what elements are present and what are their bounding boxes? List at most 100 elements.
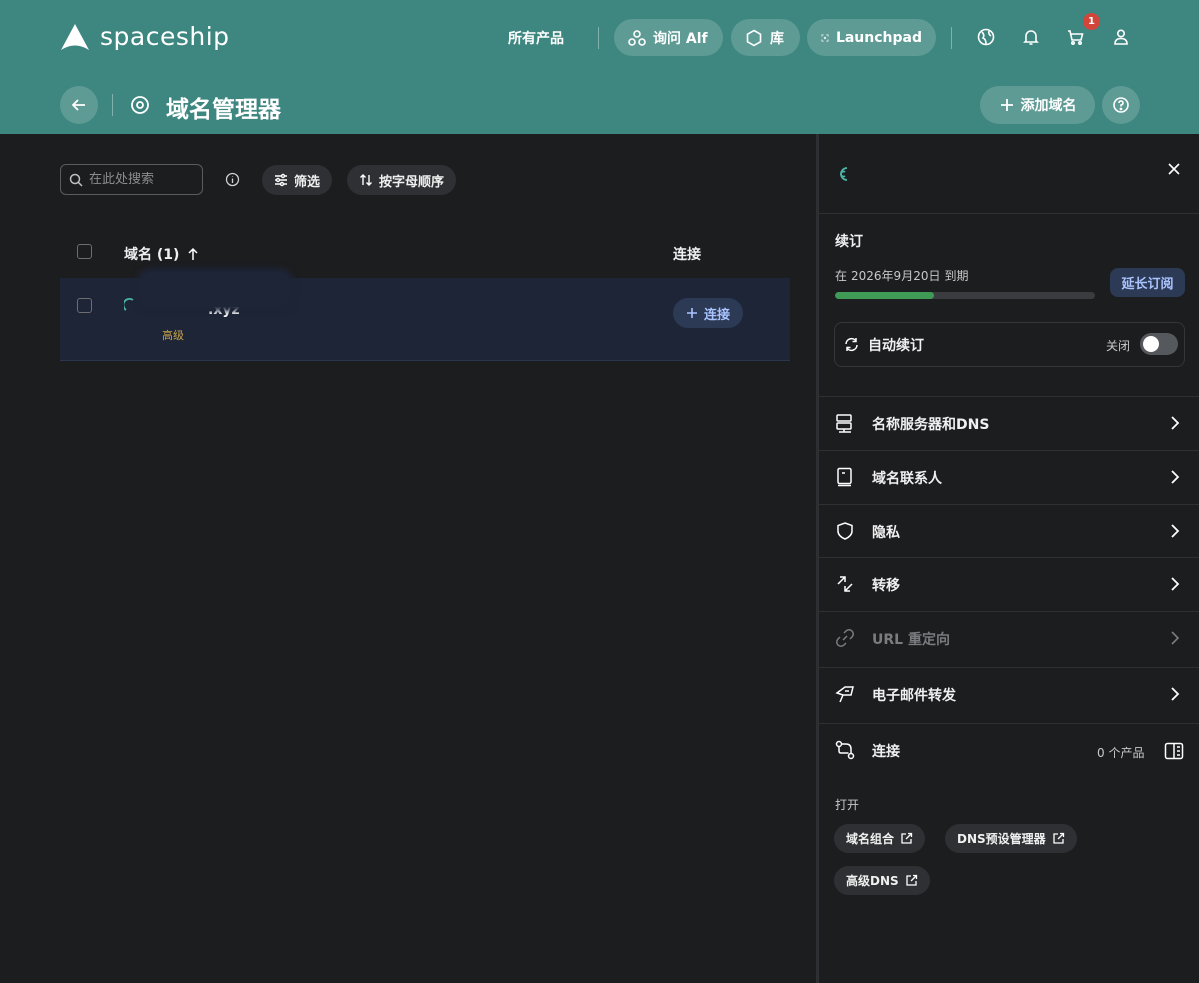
domain-column-header[interactable]: 域名 (1) <box>124 244 199 264</box>
connect-button-label: 连接 <box>703 307 730 323</box>
plus-icon <box>686 308 697 318</box>
menu-label: 转移 <box>872 578 900 594</box>
sliders-icon <box>275 173 287 187</box>
renewal-title: 续订 <box>835 234 863 250</box>
expiry-prefix: 在 <box>835 269 848 283</box>
toggle-knob <box>1143 336 1159 352</box>
auto-renew-label: 自动续订 <box>868 338 924 354</box>
loading-spinner-icon <box>840 167 848 181</box>
chevron-right-icon <box>1171 577 1180 591</box>
menu-label: URL 重定向 <box>872 632 950 648</box>
menu-label: 隐私 <box>872 525 900 541</box>
user-icon[interactable] <box>1111 27 1131 47</box>
spaceship-logo-icon <box>61 23 89 50</box>
link-label: DNS预设管理器 <box>957 832 1046 846</box>
close-icon[interactable] <box>1166 161 1182 177</box>
domain-column-label: 域名 (1) <box>124 247 180 263</box>
sort-arrows-icon <box>360 174 372 186</box>
add-domain-button[interactable]: 添加域名 <box>980 86 1095 124</box>
contact-book-icon <box>837 467 852 487</box>
ask-alf-label: 询问 Alf <box>653 30 708 47</box>
expiry-date: 2026年9月20日 <box>851 269 941 283</box>
plus-icon <box>1000 99 1013 111</box>
menu-item-email-forwarding[interactable]: 电子邮件转发 <box>819 668 1199 721</box>
launchpad-icon <box>821 34 829 41</box>
connect-button[interactable]: 连接 <box>673 298 743 328</box>
ask-alf-button[interactable]: 询问 Alf <box>614 19 723 56</box>
library-label: 库 <box>770 30 784 47</box>
external-link-icon <box>906 874 917 886</box>
add-domain-label: 添加域名 <box>1020 98 1077 114</box>
refresh-icon <box>845 337 858 352</box>
menu-label: 电子邮件转发 <box>872 688 956 704</box>
filter-button[interactable]: 筛选 <box>262 165 333 195</box>
link-label: 域名组合 <box>846 832 895 846</box>
expiry-text: 在 2026年9月20日 到期 <box>835 267 968 284</box>
link-icon <box>836 629 854 647</box>
search-input[interactable] <box>89 172 189 187</box>
select-all-checkbox[interactable] <box>77 244 92 259</box>
dns-preset-manager-link[interactable]: DNS预设管理器 <box>945 824 1077 853</box>
menu-item-privacy[interactable]: 隐私 <box>819 505 1199 558</box>
menu-item-domain-contacts[interactable]: 域名联系人 <box>819 451 1199 504</box>
server-icon <box>836 414 852 433</box>
domain-portfolio-link[interactable]: 域名组合 <box>834 824 926 853</box>
bell-icon[interactable] <box>1021 27 1041 47</box>
spaceship-logo[interactable]: spaceship <box>60 22 230 51</box>
arrow-left-icon <box>71 99 85 111</box>
title-divider <box>112 94 113 116</box>
connection-icon <box>835 740 855 760</box>
advanced-dns-link[interactable]: 高级DNS <box>834 866 930 895</box>
email-forward-icon <box>835 686 854 703</box>
redacted-domain-mask <box>140 272 290 307</box>
chevron-right-icon <box>1171 470 1180 484</box>
header-divider <box>598 27 599 49</box>
menu-label: 连接 <box>872 744 900 760</box>
connect-column-header: 连接 <box>673 247 701 263</box>
row-checkbox[interactable] <box>77 298 92 313</box>
external-link-icon <box>901 832 913 844</box>
open-title: 打开 <box>835 798 860 812</box>
chevron-right-icon <box>1171 631 1180 645</box>
info-icon[interactable] <box>225 172 240 187</box>
cart-icon[interactable] <box>1066 27 1086 47</box>
menu-item-url-redirect[interactable]: URL 重定向 <box>819 612 1199 665</box>
transfer-icon <box>837 576 853 592</box>
launchpad-button[interactable]: Launchpad <box>807 19 936 56</box>
panel-divider <box>819 213 1199 214</box>
external-link-icon <box>1053 832 1064 844</box>
logo-text: spaceship <box>100 22 230 51</box>
chevron-right-icon <box>1171 687 1180 701</box>
auto-renew-state: 关闭 <box>1106 339 1131 353</box>
menu-item-nameservers-dns[interactable]: 名称服务器和DNS <box>819 397 1199 450</box>
domain-target-icon <box>131 96 149 114</box>
all-products-link[interactable]: 所有产品 <box>508 28 564 48</box>
chevron-right-icon <box>1171 416 1180 430</box>
sort-button[interactable]: 按字母顺序 <box>347 165 457 195</box>
back-button[interactable] <box>60 86 98 124</box>
split-panel-icon[interactable] <box>1164 742 1184 760</box>
library-button[interactable]: 库 <box>731 19 800 56</box>
menu-item-transfer[interactable]: 转移 <box>819 558 1199 611</box>
menu-label: 域名联系人 <box>872 471 942 487</box>
chevron-right-icon <box>1171 524 1180 538</box>
link-label: 高级DNS <box>846 874 899 888</box>
hexagon-icon <box>746 29 762 46</box>
search-field[interactable] <box>60 164 203 195</box>
filter-label: 筛选 <box>294 174 321 190</box>
globe-icon[interactable] <box>976 27 996 47</box>
question-icon <box>1113 97 1129 113</box>
renewal-progress-fill <box>835 292 934 299</box>
shield-icon <box>837 522 853 540</box>
alf-icon <box>628 29 646 46</box>
header-divider <box>951 27 952 49</box>
menu-label: 名称服务器和DNS <box>872 417 990 433</box>
loading-spinner-icon <box>124 298 134 311</box>
renewal-progress-bar <box>835 292 1095 299</box>
launchpad-label: Launchpad <box>835 29 922 46</box>
auto-renew-toggle[interactable] <box>1140 333 1178 355</box>
tier-label: 高级 <box>162 329 184 342</box>
extend-subscription-button[interactable]: 延长订阅 <box>1110 268 1185 297</box>
help-button[interactable] <box>1102 86 1140 124</box>
cart-badge: 1 <box>1083 13 1100 30</box>
